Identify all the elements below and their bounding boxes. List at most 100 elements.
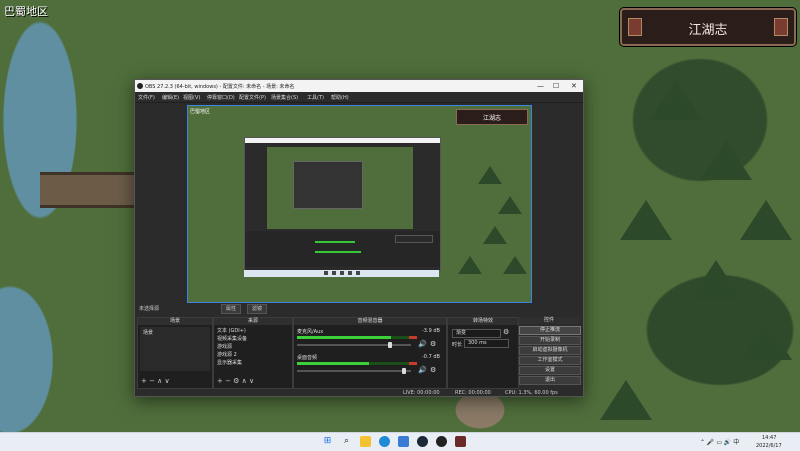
no-source-selected: 未选择源 [139, 306, 160, 312]
sources-footer-controls[interactable]: + − ⚙ ∧ ∨ [217, 377, 254, 385]
minimize-button[interactable]: — [537, 82, 544, 90]
slider-handle[interactable] [388, 342, 393, 348]
maximize-button[interactable]: ☐ [553, 82, 559, 90]
pine-tree [690, 260, 742, 300]
menu-tools[interactable]: 工具(T) [307, 94, 324, 101]
source-toolbar: 未选择源 属性 滤镜 [135, 303, 583, 314]
level-peak [409, 362, 417, 365]
start-virtual-camera-button[interactable]: 启动虚拟摄像机 [519, 346, 581, 355]
preview-taskbar [244, 270, 439, 277]
game-taskbar-icon[interactable] [455, 436, 466, 447]
source-item[interactable]: 视频采集设备 [217, 335, 247, 342]
nested-titlebar [245, 138, 440, 143]
duration-input[interactable]: 300 ms [464, 339, 509, 348]
live-status: LIVE: 00:00:00 [403, 390, 440, 396]
windows-start-icon[interactable]: ⊞ [322, 436, 333, 447]
sources-dock: 来源 文本 (GDI+) 视频采集设备 游戏源 游戏源 2 显示器采集 + − … [213, 317, 293, 389]
pine-tree [700, 140, 752, 180]
clock-time[interactable]: 14:47 [762, 435, 776, 441]
location-title-box: 江湖志 [620, 8, 796, 46]
gear-icon[interactable]: ⚙ [430, 340, 436, 348]
area-label: 巴蜀地区 [4, 5, 48, 18]
obs-logo-icon [137, 83, 143, 89]
store-icon[interactable] [398, 436, 409, 447]
menu-view[interactable]: 视图(V) [183, 94, 200, 101]
preview-tree [458, 256, 482, 274]
menu-scene-collection[interactable]: 场景集合(S) [271, 94, 298, 101]
pine-tree [740, 320, 792, 360]
source-item[interactable]: 文本 (GDI+) [217, 327, 246, 334]
pine-tree [600, 380, 652, 420]
settings-button[interactable]: 设置 [519, 366, 581, 375]
source-item[interactable]: 游戏源 2 [217, 351, 237, 358]
obs-menubar: 文件(F) 编辑(E) 视图(V) 停靠窗口(D) 配置文件(P) 场景集合(S… [135, 92, 583, 103]
exit-button[interactable]: 退出 [519, 376, 581, 385]
obs-title: OBS 27.2.3 (64-bit, windows) - 配置文件: 未命名… [145, 84, 295, 90]
preview-location-box: 江湖志 [456, 109, 528, 125]
nested-meter [315, 241, 355, 243]
scenes-footer-controls[interactable]: + − ∧ ∨ [141, 377, 170, 385]
stop-streaming-button[interactable]: 停止推流 [519, 326, 581, 335]
filters-button[interactable]: 滤镜 [247, 304, 268, 314]
obs-taskbar-icon[interactable] [436, 436, 447, 447]
source-item[interactable]: 显示器采集 [217, 359, 242, 366]
transitions-header: 转场特效 [448, 318, 518, 325]
mixer-channel-db: -3.9 dB [422, 328, 440, 334]
transition-gear-icon[interactable]: ⚙ [503, 328, 509, 336]
speaker-icon[interactable]: 🔊 [418, 366, 427, 374]
ornament-right [774, 18, 788, 36]
gear-icon[interactable]: ⚙ [430, 366, 436, 374]
rec-status: REC: 00:00:00 [455, 390, 491, 396]
preview-tree [483, 226, 507, 244]
duration-label: 时长 [452, 342, 463, 348]
source-item[interactable]: 游戏源 [217, 343, 232, 350]
pine-tree [650, 80, 702, 120]
properties-button[interactable]: 属性 [221, 304, 242, 314]
mixer-channel-name: 桌面音频 [297, 355, 318, 361]
scenes-list[interactable]: 场景 [140, 327, 210, 371]
slider-handle[interactable] [402, 368, 407, 374]
scenes-dock: 场景 场景 + − ∧ ∨ [137, 317, 213, 389]
edge-icon[interactable] [379, 436, 390, 447]
steam-icon[interactable] [417, 436, 428, 447]
obs-preview[interactable]: 巴蜀地区 江湖志 [187, 105, 532, 303]
tray-icons[interactable]: ⌃ 🎤 ▭ 🔊 中 [700, 437, 739, 446]
obs-window[interactable]: OBS 27.2.3 (64-bit, windows) - 配置文件: 未命名… [134, 79, 584, 397]
menu-profile[interactable]: 配置文件(P) [239, 94, 266, 101]
close-button[interactable]: ✕ [571, 82, 577, 90]
menu-file[interactable]: 文件(F) [138, 94, 155, 101]
pine-tree [620, 200, 672, 240]
location-title: 江湖志 [688, 23, 728, 38]
preview-tree [478, 166, 502, 184]
pine-tree [740, 200, 792, 240]
nested-inner-window [293, 161, 363, 209]
level-fill [297, 336, 391, 339]
transition-select[interactable]: 渐变 [452, 329, 501, 338]
search-icon[interactable]: ⌕ [341, 436, 352, 447]
preview-tree [498, 196, 522, 214]
scene-item[interactable]: 场景 [143, 329, 153, 336]
nested-obs-capture [244, 137, 441, 271]
speaker-icon[interactable]: 🔊 [418, 340, 427, 348]
menu-help[interactable]: 帮助(H) [331, 94, 349, 101]
mixer-volume-slider[interactable] [297, 342, 411, 348]
nested-preview [267, 147, 413, 229]
nested-controls [395, 235, 433, 243]
level-peak [409, 336, 417, 339]
preview-tree [503, 256, 527, 274]
obs-titlebar[interactable]: OBS 27.2.3 (64-bit, windows) - 配置文件: 未命名… [135, 80, 583, 92]
start-recording-button[interactable]: 开始录制 [519, 336, 581, 345]
mixer-level-meter [297, 336, 417, 339]
mixer-volume-slider[interactable] [297, 368, 411, 374]
level-fill [297, 362, 369, 365]
menu-docks[interactable]: 停靠窗口(D) [207, 94, 235, 101]
studio-mode-button[interactable]: 工作室模式 [519, 356, 581, 365]
mixer-channel-db: -0.7 dB [422, 354, 440, 360]
preview-area-label: 巴蜀地区 [190, 109, 211, 115]
obs-statusbar: LIVE: 00:00:00 REC: 00:00:00 CPU: 1.3%, … [135, 389, 583, 396]
file-explorer-icon[interactable] [360, 436, 371, 447]
clock-date[interactable]: 2022/6/17 [756, 443, 782, 449]
cpu-status: CPU: 1.3%, 60.00 fps [505, 390, 558, 396]
nested-docks [245, 231, 440, 267]
menu-edit[interactable]: 编辑(E) [162, 94, 179, 101]
